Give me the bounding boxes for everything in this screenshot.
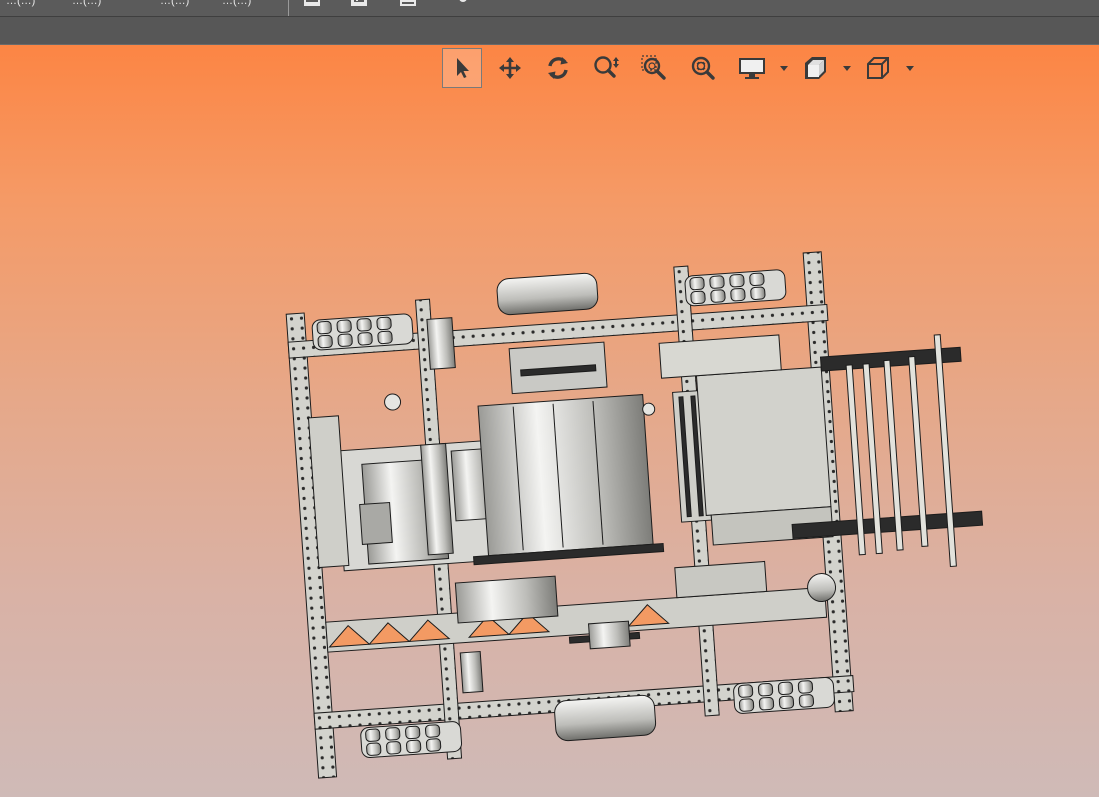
intake-drum — [477, 394, 654, 557]
omni-wheel-bottom-left — [360, 721, 463, 758]
robot-chassis-model[interactable] — [0, 0, 1099, 797]
lower-left-motors — [454, 575, 559, 624]
omni-wheel-bottom-right — [733, 677, 835, 714]
bottom-wheel — [554, 694, 657, 742]
right-housing — [695, 366, 832, 516]
omni-wheel-top-right — [684, 269, 787, 307]
top-wheel — [496, 272, 599, 316]
omni-wheel-top-left — [311, 313, 414, 351]
